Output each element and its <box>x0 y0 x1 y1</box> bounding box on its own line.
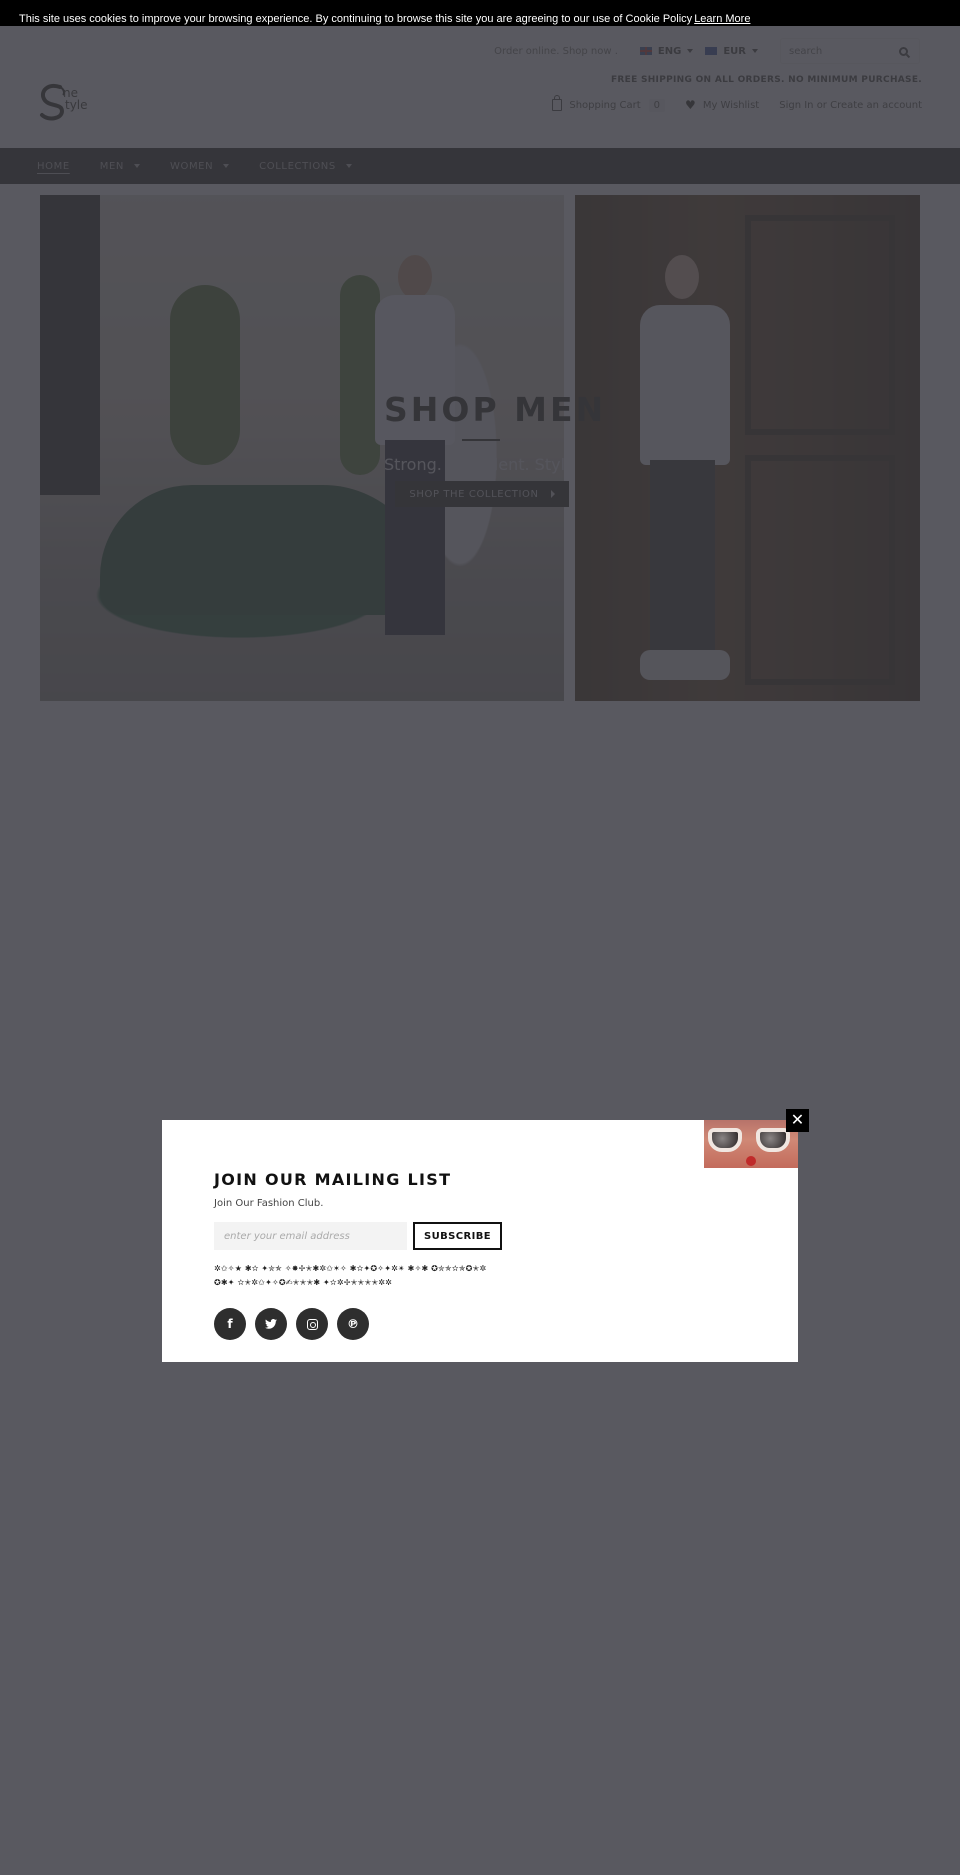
twitter-icon[interactable] <box>255 1308 287 1340</box>
email-field[interactable] <box>214 1222 407 1250</box>
newsletter-modal: JOIN OUR MAILING LIST Join Our Fashion C… <box>162 1120 798 1362</box>
instagram-icon[interactable] <box>296 1308 328 1340</box>
modal-promo-image <box>704 1120 798 1168</box>
subscribe-button[interactable]: SUBSCRIBE <box>413 1222 502 1250</box>
cookie-learn-more-link[interactable]: Learn More <box>694 13 750 25</box>
close-modal-button[interactable]: ✕ <box>786 1109 809 1132</box>
garbled-line: ✪✱✦ ✫✭✲✩✦✧✪✍✭✭✭✱ ✦✫✲✢✭✭✭✭✲✲ <box>214 1278 393 1287</box>
social-links: f ℗ <box>214 1308 378 1340</box>
modal-garbled-text: ✲✩✧★ ✱✫ ✦✮✯ ✧✸✢✭✱✲✩✶✧ ✱✫✦✪✧✦✲✴ ✱✧✱ ✪✮✯✫✯… <box>214 1262 514 1290</box>
pinterest-icon[interactable]: ℗ <box>337 1308 369 1340</box>
cookie-bar: This site uses cookies to improve your b… <box>0 0 960 26</box>
sunglasses-lens <box>756 1128 790 1152</box>
facebook-icon[interactable]: f <box>214 1308 246 1340</box>
promo-face-detail <box>746 1156 756 1166</box>
modal-subtitle: Join Our Fashion Club. <box>214 1198 324 1209</box>
modal-backdrop[interactable] <box>0 26 960 1875</box>
instagram-glyph <box>306 1318 318 1330</box>
sunglasses-lens <box>708 1128 742 1152</box>
cookie-message: This site uses cookies to improve your b… <box>19 13 693 25</box>
garbled-line: ✲✩✧★ ✱✫ ✦✮✯ ✧✸✢✭✱✲✩✶✧ ✱✫✦✪✧✦✲✴ ✱✧✱ ✪✮✯✫✯… <box>214 1264 487 1273</box>
modal-title: JOIN OUR MAILING LIST <box>214 1170 452 1189</box>
